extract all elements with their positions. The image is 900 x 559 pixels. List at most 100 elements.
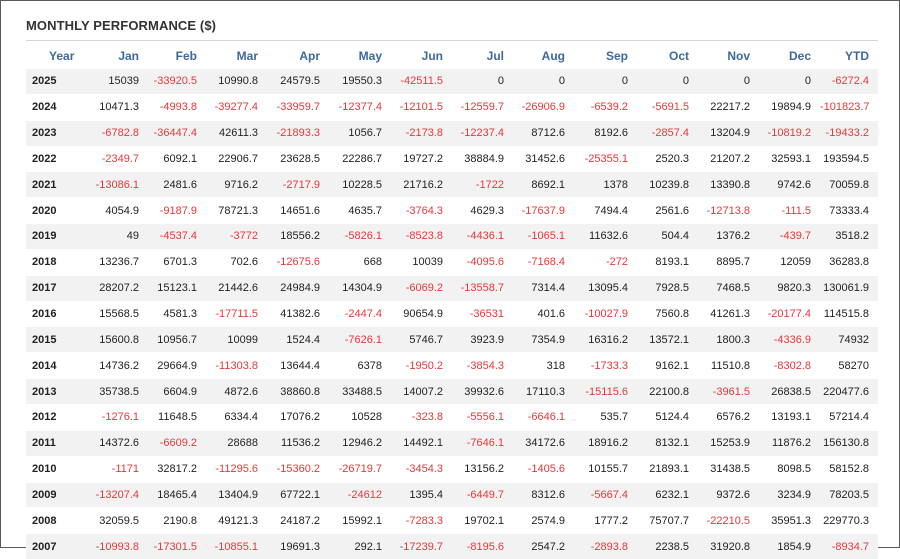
value-cell: -10027.9 [574,300,637,327]
value-cell: -12101.5 [391,93,452,121]
value-cell: 90654.9 [391,300,452,327]
column-header-may[interactable]: May [329,43,391,69]
column-header-jun[interactable]: Jun [391,43,452,69]
value-cell: 15600.8 [80,326,148,353]
value-cell: 18465.4 [148,481,206,508]
value-cell: 0 [574,68,637,95]
value-cell: -272 [574,248,637,276]
ytd-cell: -101823.7 [820,93,878,121]
ytd-cell: 156130.8 [820,429,878,457]
value-cell: 22217.2 [698,93,759,121]
value-cell: 4054.9 [80,197,148,224]
value-cell: 4635.7 [329,197,391,224]
value-cell: 1376.2 [698,223,759,250]
column-header-ytd[interactable]: YTD [820,43,878,69]
value-cell: -2447.4 [329,300,391,327]
value-cell: 8098.5 [759,455,820,482]
value-cell: 35738.5 [80,378,148,405]
value-cell: -6782.8 [80,119,148,147]
value-cell: -1276.1 [80,403,148,431]
value-cell: 12946.2 [329,429,391,457]
table-row: 2018 13236.7 6701.3 702.6 -12675.6 668 10039 -4… [26,248,878,276]
value-cell: 19702.1 [452,507,513,534]
value-cell: 29664.9 [148,352,206,379]
value-cell: -439.7 [759,223,820,250]
value-cell: 13572.1 [637,326,698,353]
value-cell: 21207.2 [698,145,759,172]
column-header-oct[interactable]: Oct [637,43,698,69]
value-cell: 31452.6 [513,145,574,172]
value-cell: 2574.9 [513,507,574,534]
value-cell: 19727.2 [391,145,452,172]
value-cell: 32593.1 [759,145,820,172]
column-header-jan[interactable]: Jan [80,43,148,69]
value-cell: -36531 [452,300,513,327]
value-cell: 0 [759,68,820,95]
value-cell: 8895.7 [698,248,759,276]
ytd-cell: 73333.4 [820,197,878,224]
year-cell: 2014 [26,352,80,379]
column-header-aug[interactable]: Aug [513,43,574,69]
column-header-year[interactable]: Year [26,43,80,69]
value-cell: 5124.4 [637,403,698,431]
column-header-dec[interactable]: Dec [759,43,820,69]
value-cell: 39932.6 [452,378,513,405]
value-cell: 9372.6 [698,481,759,508]
value-cell: -7626.1 [329,326,391,353]
value-cell: -36447.4 [148,119,206,147]
value-cell: 9162.1 [637,352,698,379]
table-row: 2016 15568.5 4581.3 -17711.5 41382.6 -2447.4 9… [26,300,878,327]
value-cell: 4629.3 [452,197,513,224]
value-cell: 1056.7 [329,119,391,147]
year-cell: 2009 [26,481,80,508]
value-cell: -6539.2 [574,93,637,121]
value-cell: 12059 [759,248,820,276]
value-cell: 10956.7 [148,326,206,353]
column-header-mar[interactable]: Mar [206,43,267,69]
column-header-feb[interactable]: Feb [148,43,206,69]
monthly-performance-table: Year Jan Feb Mar Apr May Jun Jul Aug Sep Oct Nov Dec… [26,43,878,559]
value-cell: -3854.3 [452,352,513,379]
table-row: 2013 35738.5 6604.9 4872.6 38860.8 33488.5 140… [26,378,878,405]
year-cell: 2017 [26,274,80,302]
value-cell: -24612 [329,481,391,508]
value-cell: 14492.1 [391,429,452,457]
value-cell: 78721.3 [206,197,267,224]
value-cell: 3234.9 [759,481,820,508]
value-cell: 3923.9 [452,326,513,353]
ytd-cell: 74932 [820,326,878,353]
year-cell: 2018 [26,248,80,276]
value-cell: 13193.1 [759,403,820,431]
title-divider [26,40,878,41]
value-cell: 22906.7 [206,145,267,172]
value-cell: -3764.3 [391,197,452,224]
year-cell: 2013 [26,378,80,405]
value-cell: 15253.9 [698,429,759,457]
column-header-sep[interactable]: Sep [574,43,637,69]
value-cell: 15568.5 [80,300,148,327]
table-row: 2017 28207.2 15123.1 21442.6 24984.9 14304.9-… [26,274,878,302]
value-cell: 67722.1 [267,481,329,508]
column-header-jul[interactable]: Jul [452,43,513,69]
value-cell: -7646.1 [452,429,513,457]
column-header-nov[interactable]: Nov [698,43,759,69]
value-cell: 2520.3 [637,145,698,172]
value-cell: -17239.7 [391,533,452,559]
ytd-cell: 58152.8 [820,455,878,482]
value-cell: 13390.8 [698,171,759,198]
value-cell: 1395.4 [391,481,452,508]
value-cell: 10099 [206,326,267,353]
value-cell: 24579.5 [267,68,329,95]
value-cell: -2173.8 [391,119,452,147]
year-cell: 2015 [26,326,80,353]
column-header-apr[interactable]: Apr [267,43,329,69]
value-cell: 8132.1 [637,429,698,457]
value-cell: 668 [329,248,391,276]
year-cell: 2024 [26,93,80,121]
value-cell: 4872.6 [206,378,267,405]
table-row: 2020 4054.9 -9187.9 78721.3 14651.6 4635.7 -37… [26,197,878,224]
year-cell: 2022 [26,145,80,172]
value-cell: 2190.8 [148,507,206,534]
value-cell: 7928.5 [637,274,698,302]
value-cell: 1800.3 [698,326,759,353]
